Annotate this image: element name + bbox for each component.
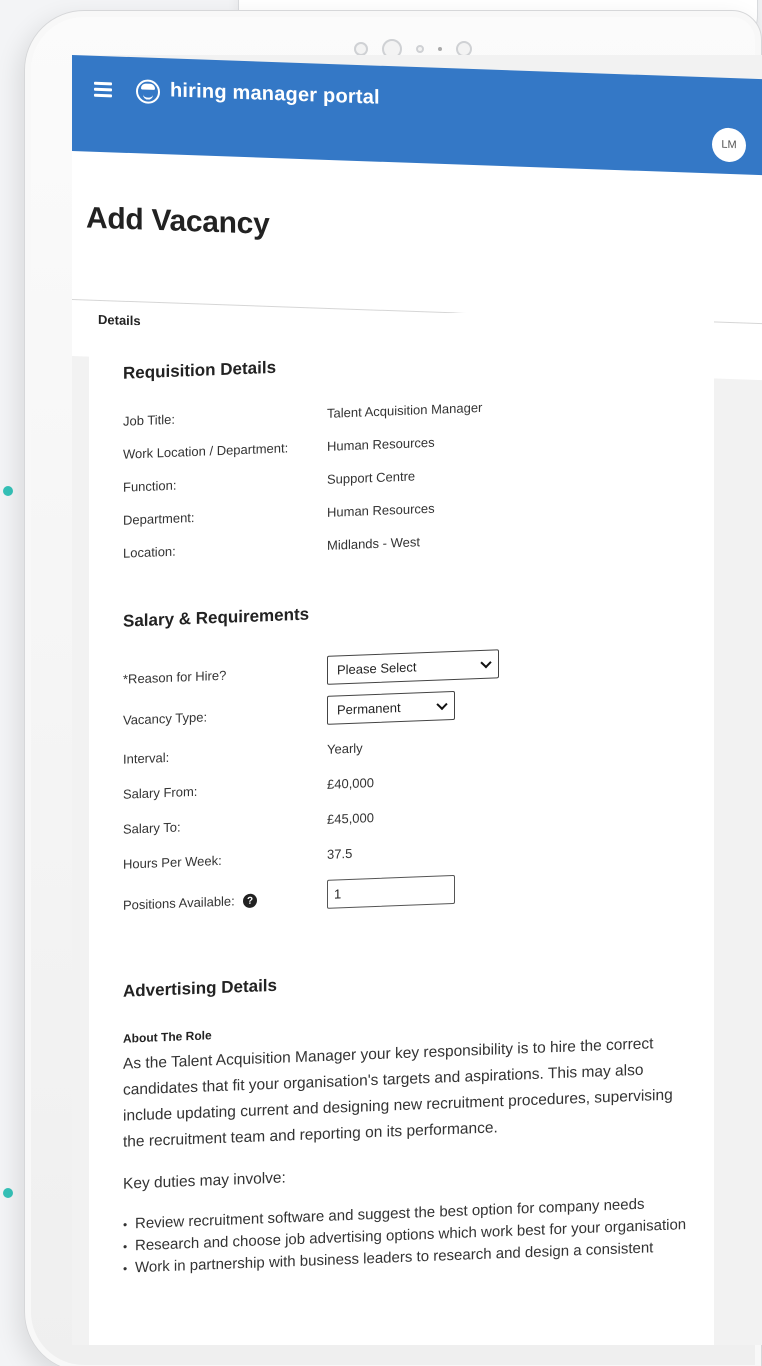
vacancy-form: Requisition Details Job Title: Talent Ac…: [89, 302, 714, 1345]
page-title: Add Vacancy: [86, 201, 270, 241]
vacancy-type-label: Vacancy Type:: [123, 709, 208, 728]
salary-to-value: £45,000: [327, 810, 374, 827]
salary-from-label: Salary From:: [123, 783, 198, 802]
salary-from-value: £40,000: [327, 775, 374, 792]
interval-label: Interval:: [123, 749, 170, 767]
positions-available-label: Positions Available:: [123, 893, 235, 913]
question-circle-icon[interactable]: ?: [243, 893, 257, 909]
hours-per-week-value: 37.5: [327, 845, 353, 862]
salary-requirements-heading: Salary & Requirements: [123, 604, 310, 631]
chevron-down-icon: [436, 698, 448, 711]
vacancy-type-select[interactable]: Permanent: [327, 690, 455, 725]
requisition-details-heading: Requisition Details: [123, 357, 277, 383]
hours-per-week-label: Hours Per Week:: [123, 852, 222, 872]
work-location-value: Human Resources: [327, 434, 435, 454]
reason-for-hire-label: *Reason for Hire?: [123, 667, 227, 687]
smiley-logo-icon: [136, 79, 160, 105]
job-title-label: Job Title:: [123, 411, 176, 429]
positions-available-input[interactable]: 1: [327, 874, 455, 909]
location-value: Midlands - West: [327, 534, 420, 553]
work-location-label: Work Location / Department:: [123, 440, 289, 462]
user-avatar[interactable]: LM: [712, 127, 746, 163]
camera-dot: [416, 45, 424, 53]
function-label: Function:: [123, 477, 177, 495]
camera-dot: [438, 47, 442, 51]
about-the-role-text: As the Talent Acquisition Manager your k…: [123, 1035, 673, 1151]
department-label: Department:: [123, 509, 195, 528]
key-duties-intro: Key duties may involve:: [123, 1169, 286, 1193]
key-duties-list: Review recruitment software and suggest …: [123, 1191, 703, 1279]
app-screen: hiring manager portal LM Add Vacancy Det…: [72, 55, 762, 1345]
interval-value: Yearly: [327, 740, 363, 757]
advertising-details-heading: Advertising Details: [123, 975, 277, 1001]
chevron-down-icon: [480, 657, 492, 669]
reason-for-hire-select[interactable]: Please Select: [327, 649, 499, 685]
hamburger-icon[interactable]: [94, 81, 112, 98]
salary-to-label: Salary To:: [123, 819, 181, 837]
function-value: Support Centre: [327, 468, 416, 487]
vacancy-type-selected: Permanent: [337, 700, 401, 718]
app-name: hiring manager portal: [170, 79, 380, 109]
department-value: Human Resources: [327, 500, 435, 520]
camera-dot: [354, 42, 368, 56]
location-label: Location:: [123, 543, 176, 561]
reason-for-hire-selected: Please Select: [337, 659, 417, 678]
about-the-role-heading: About The Role: [123, 1028, 212, 1046]
decorative-dot: [3, 486, 13, 496]
job-title-value: Talent Acquisition Manager: [327, 399, 483, 421]
decorative-dot: [3, 1188, 13, 1198]
